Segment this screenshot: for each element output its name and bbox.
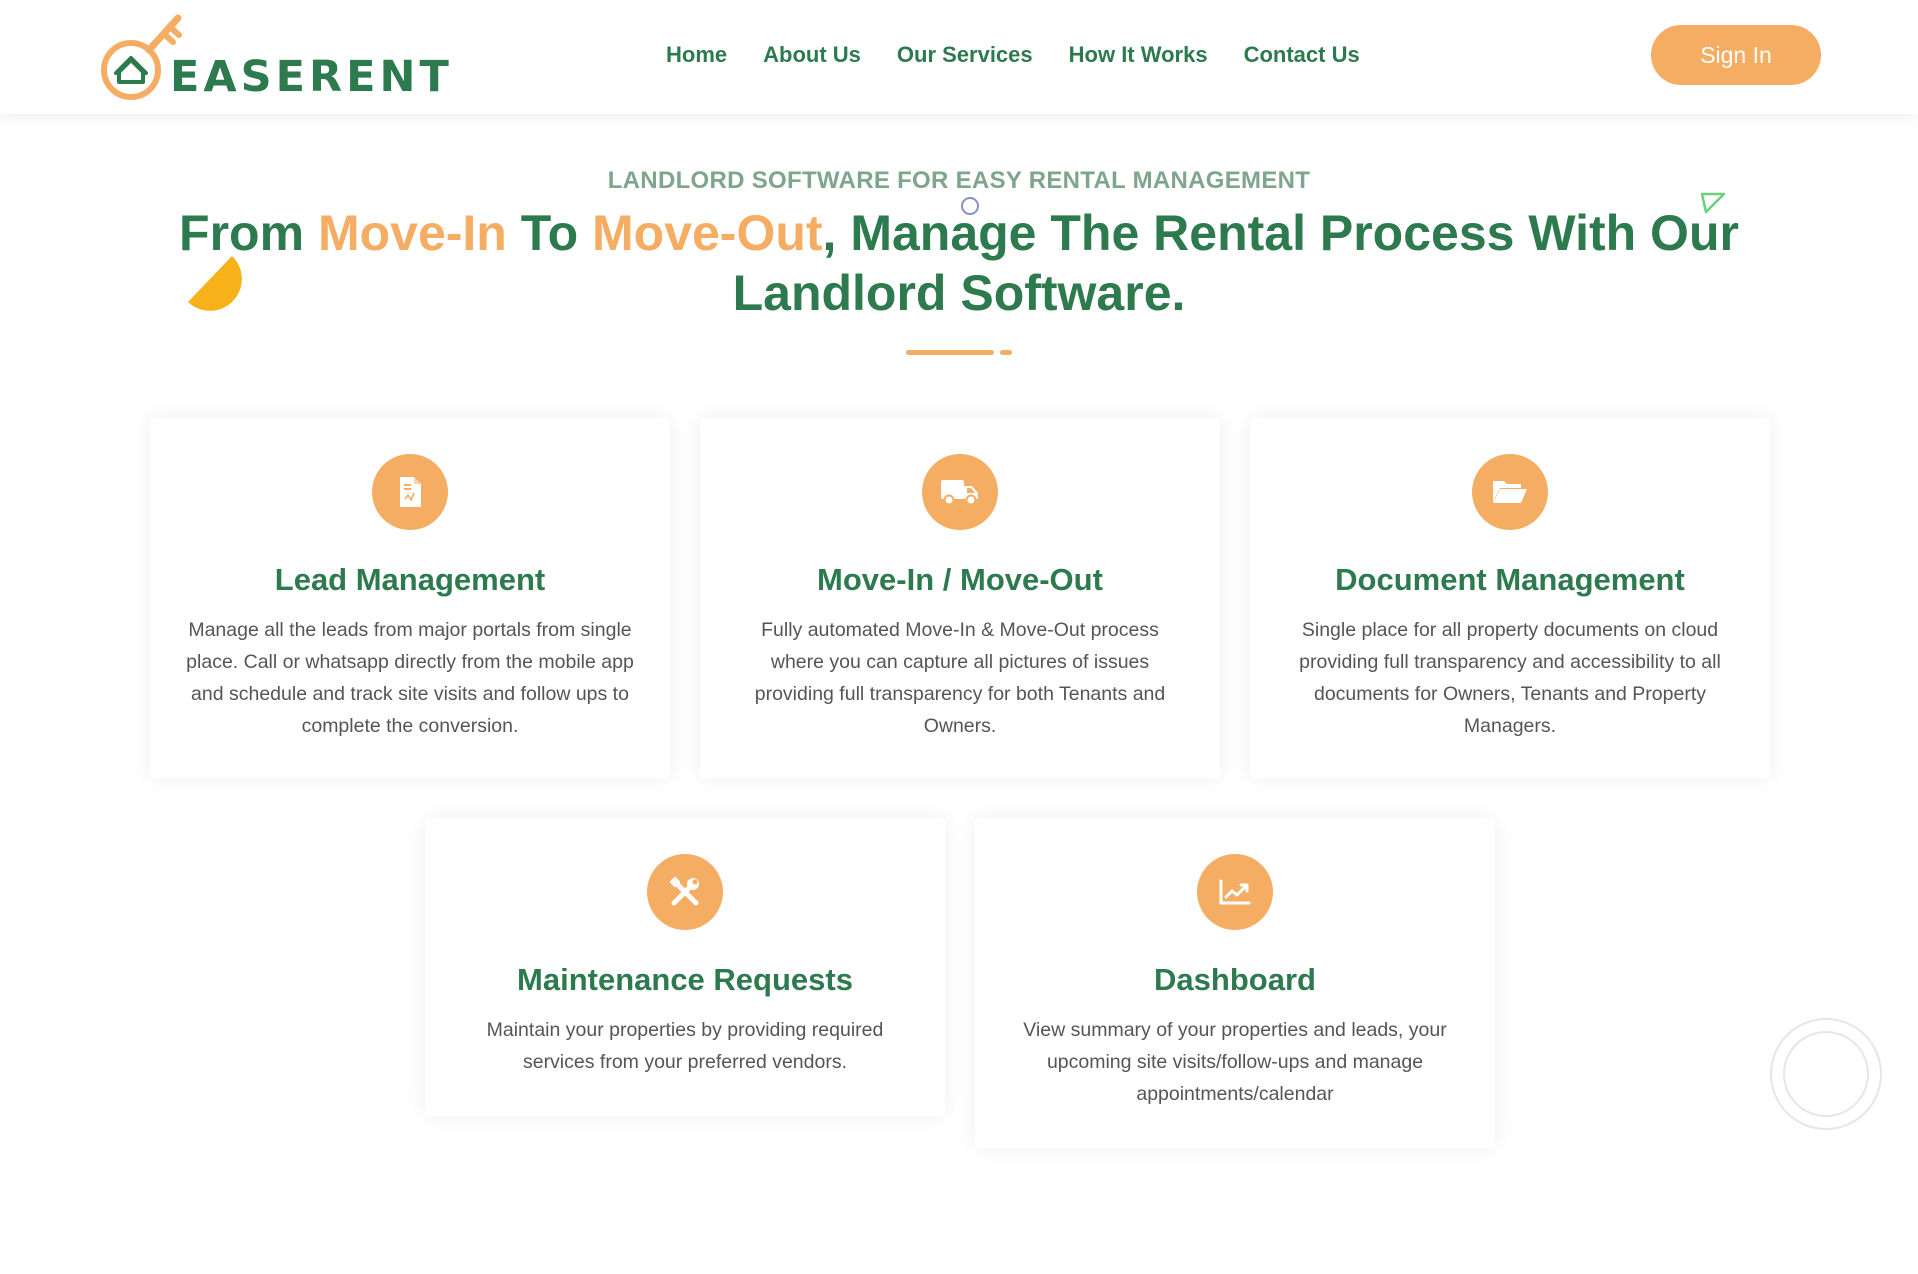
- headline-text-3: , Manage The Rental Process With Our Lan…: [732, 205, 1739, 321]
- feature-title: Document Management: [1335, 562, 1685, 597]
- nav-about-us[interactable]: About Us: [763, 42, 861, 68]
- feature-card-move-in-move-out: Move-In / Move-Out Fully automated Move-…: [700, 418, 1220, 778]
- chart-line-icon: [1197, 854, 1273, 930]
- brand-name: EASERENT: [170, 52, 453, 102]
- feature-title: Dashboard: [1154, 962, 1316, 997]
- feature-title: Move-In / Move-Out: [817, 562, 1103, 597]
- feature-description: Fully automated Move-In & Move-Out proce…: [754, 619, 1166, 737]
- brand-logo[interactable]: EASERENT: [96, 8, 449, 108]
- nav-contact-us[interactable]: Contact Us: [1244, 42, 1360, 68]
- section-divider: [906, 350, 1012, 356]
- headline-highlight-move-in: Move-In: [317, 205, 507, 261]
- feature-card-document-management: Document Management Single place for all…: [1250, 418, 1770, 778]
- feature-description: Maintain your properties by providing re…: [486, 1019, 884, 1073]
- feature-title: Maintenance Requests: [517, 962, 853, 997]
- main-nav: Home About Us Our Services How It Works …: [666, 42, 1360, 68]
- nav-home[interactable]: Home: [666, 42, 727, 68]
- feature-description: Manage all the leads from major portals …: [186, 619, 634, 737]
- document-icon: [372, 454, 448, 530]
- headline-text-1: From: [179, 205, 318, 261]
- nav-how-it-works[interactable]: How It Works: [1069, 42, 1208, 68]
- headline-highlight-move-out: Move-Out: [592, 205, 823, 261]
- truck-icon: [922, 454, 998, 530]
- headline-text-2: To: [506, 205, 592, 261]
- site-header: EASERENT Home About Us Our Services How …: [0, 0, 1918, 114]
- nav-our-services[interactable]: Our Services: [897, 42, 1033, 68]
- hero-eyebrow: LANDLORD SOFTWARE FOR EASY RENTAL MANAGE…: [607, 167, 1311, 194]
- folder-open-icon: [1472, 454, 1548, 530]
- tools-icon: [647, 854, 723, 930]
- feature-card-maintenance-requests: Maintenance Requests Maintain your prope…: [425, 818, 945, 1116]
- feature-title: Lead Management: [274, 562, 546, 597]
- hero-headline: From Move-In To Move-Out, Manage The Ren…: [140, 203, 1778, 323]
- feature-card-dashboard: Dashboard View summary of your propertie…: [975, 818, 1495, 1148]
- feature-card-lead-management: Lead Management Manage all the leads fro…: [150, 418, 670, 778]
- sign-in-button[interactable]: Sign In: [1651, 25, 1821, 85]
- feature-description: Single place for all property documents …: [1299, 619, 1721, 737]
- feature-description: View summary of your properties and lead…: [1023, 1019, 1447, 1105]
- scroll-ring-icon[interactable]: [1768, 1016, 1884, 1132]
